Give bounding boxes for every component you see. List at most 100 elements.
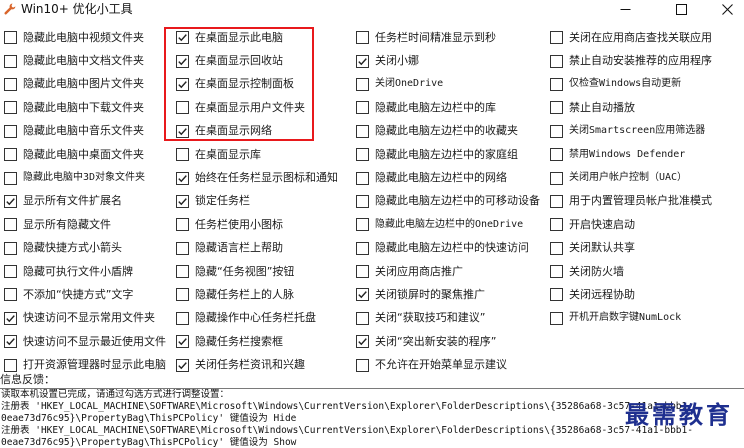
option-row[interactable]: 禁用Windows Defender xyxy=(550,143,712,166)
option-checkbox[interactable] xyxy=(4,148,17,162)
option-checkbox[interactable] xyxy=(356,218,369,232)
option-checkbox[interactable] xyxy=(4,265,17,279)
option-checkbox[interactable] xyxy=(176,101,189,115)
option-checkbox[interactable] xyxy=(176,31,189,45)
option-checkbox[interactable] xyxy=(176,241,189,255)
option-checkbox[interactable] xyxy=(176,194,189,208)
option-row[interactable]: 隐藏快捷方式小箭头 xyxy=(4,237,166,260)
option-row[interactable]: 隐藏此电脑左边栏中的可移动设备 xyxy=(356,190,540,213)
option-checkbox[interactable] xyxy=(176,288,189,302)
option-checkbox[interactable] xyxy=(356,77,369,91)
option-checkbox[interactable] xyxy=(356,31,369,45)
option-row[interactable]: 关闭小娜 xyxy=(356,49,540,72)
option-row[interactable]: 仅检查Windows自动更新 xyxy=(550,73,712,96)
option-row[interactable]: 隐藏任务栏上的人脉 xyxy=(176,283,338,306)
option-row[interactable]: 隐藏此电脑左边栏中的网络 xyxy=(356,166,540,189)
option-row[interactable]: 关闭应用商店推广 xyxy=(356,260,540,283)
option-checkbox[interactable] xyxy=(4,194,17,208)
option-row[interactable]: 关闭用户帐户控制（UAC） xyxy=(550,166,712,189)
option-row[interactable]: 隐藏此电脑中音乐文件夹 xyxy=(4,120,166,143)
option-row[interactable]: 关闭“突出新安装的程序” xyxy=(356,330,540,353)
option-row[interactable]: 关闭“获取技巧和建议” xyxy=(356,307,540,330)
minimize-button[interactable] xyxy=(608,0,642,18)
option-checkbox[interactable] xyxy=(356,265,369,279)
option-row[interactable]: 用于内置管理员帐户批准模式 xyxy=(550,190,712,213)
option-row[interactable]: 关闭在应用商店查找关联应用 xyxy=(550,26,712,49)
option-row[interactable]: 隐藏任务栏搜索框 xyxy=(176,330,338,353)
option-row[interactable]: 在桌面显示回收站 xyxy=(176,49,338,72)
option-row[interactable]: 隐藏此电脑中下载文件夹 xyxy=(4,96,166,119)
option-row[interactable]: 隐藏此电脑左边栏中的收藏夹 xyxy=(356,120,540,143)
option-row[interactable]: 开机开启数字键NumLock xyxy=(550,307,712,330)
close-button[interactable] xyxy=(710,0,744,18)
option-row[interactable]: 隐藏操作中心任务栏托盘 xyxy=(176,307,338,330)
option-row[interactable]: 隐藏此电脑中视频文件夹 xyxy=(4,26,166,49)
option-checkbox[interactable] xyxy=(356,148,369,162)
option-row[interactable]: 关闭任务栏资讯和兴趣 xyxy=(176,353,338,376)
option-checkbox[interactable] xyxy=(4,241,17,255)
option-row[interactable]: 在桌面显示库 xyxy=(176,143,338,166)
option-checkbox[interactable] xyxy=(550,171,563,185)
option-row[interactable]: 隐藏此电脑左边栏中的家庭组 xyxy=(356,143,540,166)
option-row[interactable]: 隐藏语言栏上帮助 xyxy=(176,237,338,260)
option-checkbox[interactable] xyxy=(550,194,563,208)
option-checkbox[interactable] xyxy=(176,54,189,68)
option-checkbox[interactable] xyxy=(356,101,369,115)
option-row[interactable]: 关闭锁屏时的聚焦推广 xyxy=(356,283,540,306)
option-row[interactable]: 开启快速启动 xyxy=(550,213,712,236)
option-row[interactable]: 隐藏此电脑中图片文件夹 xyxy=(4,73,166,96)
option-checkbox[interactable] xyxy=(550,265,563,279)
option-row[interactable]: 关闭默认共享 xyxy=(550,237,712,260)
option-checkbox[interactable] xyxy=(4,335,17,349)
option-checkbox[interactable] xyxy=(4,311,17,325)
option-row[interactable]: 显示所有隐藏文件 xyxy=(4,213,166,236)
option-checkbox[interactable] xyxy=(550,77,563,91)
option-checkbox[interactable] xyxy=(356,171,369,185)
option-row[interactable]: 隐藏此电脑左边栏中的库 xyxy=(356,96,540,119)
option-row[interactable]: 快速访问不显示常用文件夹 xyxy=(4,307,166,330)
option-row[interactable]: 隐藏此电脑中3D对象文件夹 xyxy=(4,166,166,189)
option-checkbox[interactable] xyxy=(4,101,17,115)
option-checkbox[interactable] xyxy=(176,218,189,232)
option-checkbox[interactable] xyxy=(176,124,189,138)
option-checkbox[interactable] xyxy=(356,241,369,255)
option-row[interactable]: 关闭远程协助 xyxy=(550,283,712,306)
option-checkbox[interactable] xyxy=(4,218,17,232)
option-checkbox[interactable] xyxy=(176,77,189,91)
option-row[interactable]: 关闭防火墙 xyxy=(550,260,712,283)
option-checkbox[interactable] xyxy=(4,171,17,185)
option-row[interactable]: 锁定任务栏 xyxy=(176,190,338,213)
option-row[interactable]: 任务栏时间精准显示到秒 xyxy=(356,26,540,49)
option-row[interactable]: 关闭Smartscreen应用筛选器 xyxy=(550,120,712,143)
option-checkbox[interactable] xyxy=(4,124,17,138)
option-checkbox[interactable] xyxy=(356,335,369,349)
option-row[interactable]: 在桌面显示用户文件夹 xyxy=(176,96,338,119)
option-row[interactable]: 隐藏此电脑左边栏中的快速访问 xyxy=(356,237,540,260)
option-checkbox[interactable] xyxy=(176,265,189,279)
option-checkbox[interactable] xyxy=(4,288,17,302)
option-checkbox[interactable] xyxy=(356,124,369,138)
option-checkbox[interactable] xyxy=(550,218,563,232)
option-row[interactable]: 关闭OneDrive xyxy=(356,73,540,96)
option-checkbox[interactable] xyxy=(356,194,369,208)
option-row[interactable]: 禁止自动安装推荐的应用程序 xyxy=(550,49,712,72)
option-checkbox[interactable] xyxy=(356,288,369,302)
option-checkbox[interactable] xyxy=(550,148,563,162)
option-row[interactable]: 隐藏此电脑中文档文件夹 xyxy=(4,49,166,72)
option-checkbox[interactable] xyxy=(176,148,189,162)
option-checkbox[interactable] xyxy=(4,31,17,45)
option-row[interactable]: 禁止自动播放 xyxy=(550,96,712,119)
option-row[interactable]: 隐藏此电脑左边栏中的OneDrive xyxy=(356,213,540,236)
option-row[interactable]: 隐藏“任务视图”按钮 xyxy=(176,260,338,283)
option-checkbox[interactable] xyxy=(176,335,189,349)
option-row[interactable]: 在桌面显示此电脑 xyxy=(176,26,338,49)
option-checkbox[interactable] xyxy=(176,171,189,185)
option-checkbox[interactable] xyxy=(550,54,563,68)
option-row[interactable]: 始终在任务栏显示图标和通知 xyxy=(176,166,338,189)
option-checkbox[interactable] xyxy=(4,77,17,91)
option-checkbox[interactable] xyxy=(176,311,189,325)
option-row[interactable]: 在桌面显示网络 xyxy=(176,120,338,143)
option-row[interactable]: 快速访问不显示最近使用文件 xyxy=(4,330,166,353)
option-row[interactable]: 显示所有文件扩展名 xyxy=(4,190,166,213)
option-checkbox[interactable] xyxy=(4,358,17,372)
